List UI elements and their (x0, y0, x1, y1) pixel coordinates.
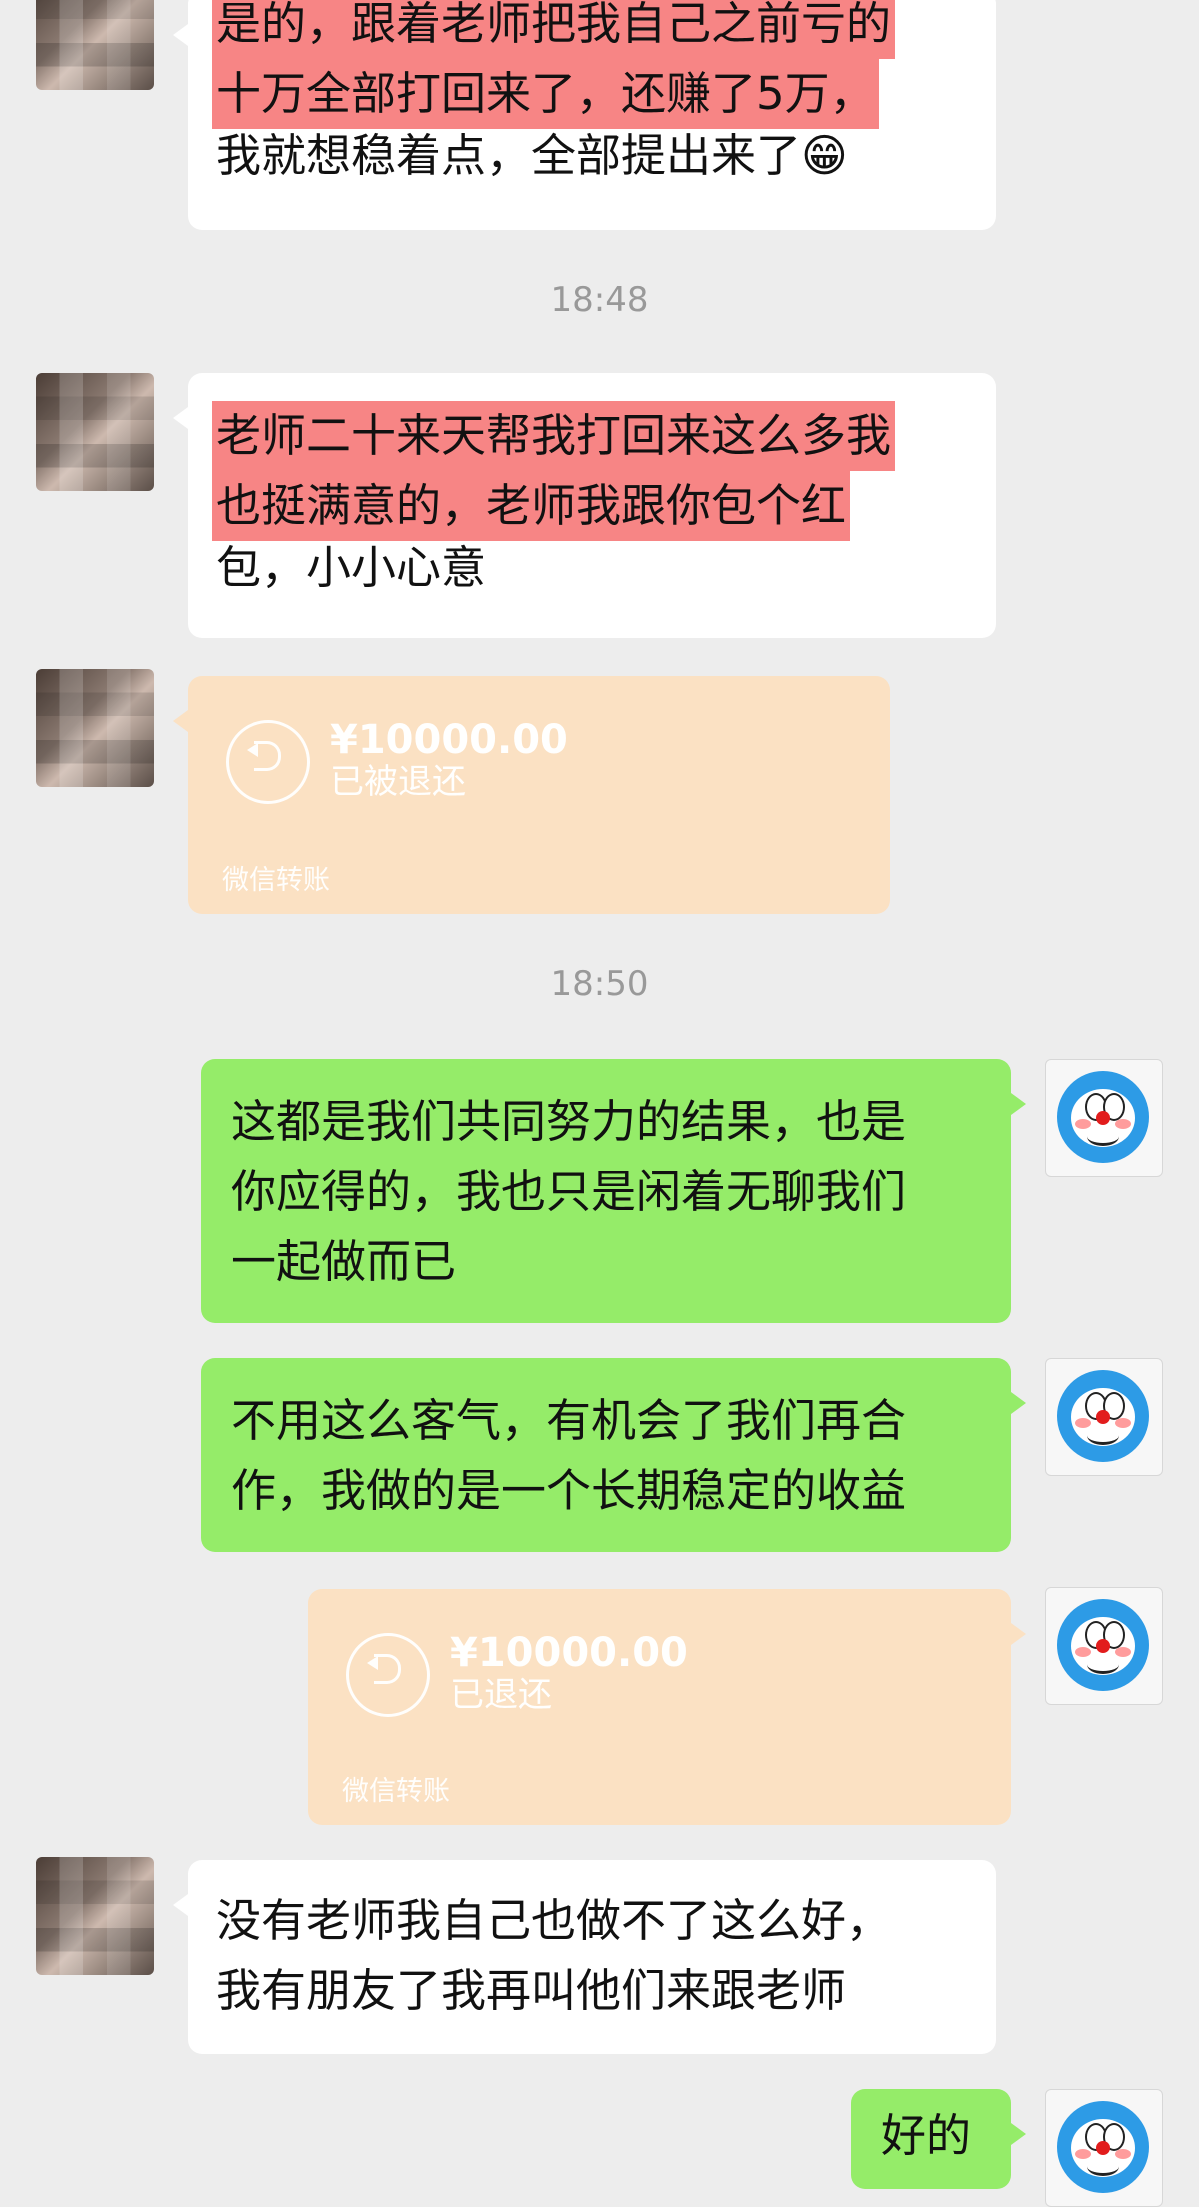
message-line: 我有朋友了我再叫他们来跟老师 (216, 1964, 847, 2017)
message-line: 一起做而已 (231, 1235, 457, 1288)
transfer-header: ¥10000.00 已退还 (346, 1630, 1049, 1733)
message-bubble-received[interactable]: 老师二十来天帮我打回来这么多我 也挺满意的，老师我跟你包个红 包，小小心意 (173, 373, 996, 638)
highlighted-text: 是的，跟着老师把我自己之前亏的 (212, 0, 896, 59)
message-line: 我就想稳着点，全部提出来了😁 (216, 129, 848, 182)
message-bubble-sent[interactable]: 不用这么客气，有机会了我们再合 作，我做的是一个长期稳定的收益 (201, 1358, 1026, 1552)
timestamp: 18:48 (550, 280, 649, 320)
transfer-status: 已被退还 (330, 762, 466, 802)
message-bubble-received[interactable]: 是的，跟着老师把我自己之前亏的 十万全部打回来了，还赚了5万， 我就想稳着点，全… (173, 0, 996, 230)
bubble-tail (1011, 1392, 1026, 1414)
message-bubble-sent[interactable]: 这都是我们共同努力的结果，也是 你应得的，我也只是闲着无聊我们 一起做而已 (201, 1059, 1026, 1323)
message-bubble-sent[interactable]: 好的 (851, 2089, 1026, 2189)
message-line: 包，小小心意 (216, 541, 487, 594)
user-avatar[interactable] (1045, 1059, 1163, 1177)
highlighted-text: 老师二十来天帮我打回来这么多我 (212, 401, 896, 471)
doraemon-avatar-icon (1057, 1599, 1149, 1691)
message-line: 不用这么客气，有机会了我们再合 (231, 1394, 907, 1447)
doraemon-avatar-icon (1057, 1071, 1149, 1163)
bubble-tail (1011, 1093, 1026, 1115)
bubble-tail (173, 24, 188, 46)
message-line: 也挺满意的，老师我跟你包个红 (212, 471, 851, 541)
timestamp: 18:50 (550, 964, 649, 1004)
transfer-header: ¥10000.00 已被退还 (226, 717, 928, 820)
transfer-amount: ¥10000.00 (450, 1630, 688, 1676)
message-line: 好的 (881, 2109, 972, 2162)
wechat-transfer-card[interactable]: ¥10000.00 已被退还 微信转账 (173, 676, 890, 914)
contact-avatar[interactable] (36, 0, 154, 90)
message-bubble-received[interactable]: 没有老师我自己也做不了这么好， 我有朋友了我再叫他们来跟老师 (173, 1860, 996, 2054)
transfer-return-icon (346, 1633, 430, 1717)
message-line: 老师二十来天帮我打回来这么多我 (212, 401, 896, 471)
message-line: 你应得的，我也只是闲着无聊我们 (231, 1165, 907, 1218)
transfer-footer: 微信转账 (222, 865, 330, 896)
highlighted-text: 十万全部打回来了，还赚了5万， (212, 59, 879, 129)
doraemon-avatar-icon (1057, 2101, 1149, 2193)
doraemon-avatar-icon (1057, 1370, 1149, 1462)
wechat-transfer-card[interactable]: ¥10000.00 已退还 微信转账 (308, 1589, 1026, 1825)
user-avatar[interactable] (1045, 1358, 1163, 1476)
message-line: 没有老师我自己也做不了这么好， (216, 1894, 892, 1947)
user-avatar[interactable] (1045, 2089, 1163, 2207)
transfer-footer: 微信转账 (342, 1776, 450, 1807)
message-line: 是的，跟着老师把我自己之前亏的 (212, 0, 896, 59)
message-line: 这都是我们共同努力的结果，也是 (231, 1095, 907, 1148)
message-line: 十万全部打回来了，还赚了5万， (212, 59, 879, 129)
transfer-status: 已退还 (450, 1675, 552, 1715)
user-avatar[interactable] (1045, 1587, 1163, 1705)
contact-avatar[interactable] (36, 1857, 154, 1975)
contact-avatar[interactable] (36, 669, 154, 787)
message-line: 作，我做的是一个长期稳定的收益 (231, 1464, 907, 1517)
chat-screen: 是的，跟着老师把我自己之前亏的 十万全部打回来了，还赚了5万， 我就想稳着点，全… (0, 0, 1199, 2207)
bubble-tail (173, 1894, 188, 1916)
bubble-tail (173, 407, 188, 429)
bubble-tail (173, 710, 188, 732)
transfer-return-icon (226, 720, 310, 804)
contact-avatar[interactable] (36, 373, 154, 491)
highlighted-text: 也挺满意的，老师我跟你包个红 (212, 471, 851, 541)
bubble-tail (1011, 2123, 1026, 2145)
transfer-amount: ¥10000.00 (330, 717, 568, 763)
